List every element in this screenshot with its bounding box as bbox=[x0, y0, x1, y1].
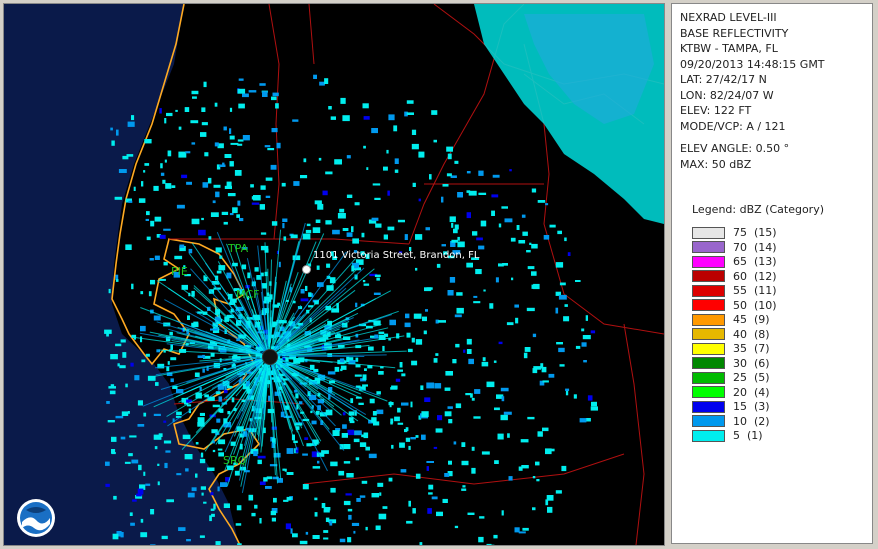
legend-swatch bbox=[692, 255, 725, 268]
legend-swatch bbox=[692, 386, 725, 399]
station-lat: LAT: 27/42/17 N bbox=[680, 73, 767, 86]
legend-swatch bbox=[692, 241, 725, 254]
radar-echoes bbox=[104, 74, 598, 545]
radar-site-marker bbox=[262, 349, 278, 365]
legend-label: 65 (13) bbox=[733, 255, 777, 269]
legend-label: 40 (8) bbox=[733, 327, 770, 341]
legend-label: 5 (1) bbox=[733, 429, 763, 443]
legend-swatch bbox=[692, 357, 725, 370]
legend-item: 10 (2) bbox=[692, 414, 864, 429]
station-lon: LON: 82/24/07 W bbox=[680, 88, 774, 102]
product-type: BASE REFLECTIVITY bbox=[680, 26, 789, 40]
legend-label: 30 (6) bbox=[733, 356, 770, 370]
legend-item: 40 (8) bbox=[692, 327, 864, 342]
legend-item: 65 (13) bbox=[692, 255, 864, 270]
legend-item: 25 (5) bbox=[692, 371, 864, 386]
station-name: KTBW - TAMPA, FL bbox=[680, 42, 778, 55]
legend-item: 70 (14) bbox=[692, 240, 864, 255]
legend-label: 60 (12) bbox=[733, 269, 777, 283]
scan-datetime: 09/20/2013 14:48:15 GMT bbox=[680, 57, 825, 71]
map-canvas bbox=[4, 4, 664, 545]
legend-item: 30 (6) bbox=[692, 356, 864, 371]
city-label-sro: SRQ bbox=[223, 454, 247, 467]
legend: 75 (15) 70 (14) 65 (13) 60 (12) 55 (11) 50 (1… bbox=[692, 226, 864, 444]
legend-item: 55 (11) bbox=[692, 284, 864, 299]
legend-swatch bbox=[692, 371, 725, 384]
legend-label: 10 (2) bbox=[733, 414, 770, 428]
legend-item: 5 (1) bbox=[692, 429, 864, 444]
legend-label: 25 (5) bbox=[733, 371, 770, 385]
legend-swatch bbox=[692, 328, 725, 341]
mode-vcp: MODE/VCP: A / 121 bbox=[680, 119, 786, 133]
legend-title: Legend: dBZ (Category) bbox=[692, 203, 824, 216]
legend-swatch bbox=[692, 415, 725, 428]
product-name: NEXRAD LEVEL-III bbox=[680, 11, 777, 24]
legend-item: 35 (7) bbox=[692, 342, 864, 357]
elevation-angle: ELEV ANGLE: 0.50 ° bbox=[680, 142, 790, 155]
legend-label: 15 (3) bbox=[733, 400, 770, 414]
city-label-tpa: TPA bbox=[228, 242, 249, 255]
legend-swatch bbox=[692, 342, 725, 355]
legend-swatch bbox=[692, 226, 725, 239]
legend-swatch bbox=[692, 313, 725, 326]
info-panel: NEXRAD LEVEL-III BASE REFLECTIVITY KTBW … bbox=[671, 3, 873, 544]
legend-item: 45 (9) bbox=[692, 313, 864, 328]
noaa-logo bbox=[17, 499, 55, 537]
legend-item: 75 (15) bbox=[692, 226, 864, 241]
legend-item: 60 (12) bbox=[692, 269, 864, 284]
address-label: 1101 Victoria Street, Brandon, FL bbox=[313, 250, 480, 261]
legend-swatch bbox=[692, 299, 725, 312]
legend-label: 45 (9) bbox=[733, 313, 770, 327]
max-dbz: MAX: 50 dBZ bbox=[680, 157, 752, 171]
legend-swatch bbox=[692, 429, 725, 442]
legend-label: 20 (4) bbox=[733, 385, 770, 399]
legend-swatch bbox=[692, 270, 725, 283]
city-label-pie: PIE bbox=[171, 265, 188, 278]
radar-map[interactable]: 1101 Victoria Street, Brandon, FL TPA PI… bbox=[3, 3, 665, 546]
legend-label: 55 (11) bbox=[733, 284, 777, 298]
legend-swatch bbox=[692, 284, 725, 297]
legend-item: 20 (4) bbox=[692, 385, 864, 400]
station-elev: ELEV: 122 FT bbox=[680, 104, 752, 117]
legend-label: 70 (14) bbox=[733, 240, 777, 254]
legend-label: 50 (10) bbox=[733, 298, 777, 312]
address-marker[interactable] bbox=[302, 265, 311, 274]
legend-item: 50 (10) bbox=[692, 298, 864, 313]
legend-item: 15 (3) bbox=[692, 400, 864, 415]
city-label-mcf: MCF bbox=[236, 288, 260, 301]
legend-label: 75 (15) bbox=[733, 226, 777, 240]
legend-label: 35 (7) bbox=[733, 342, 770, 356]
legend-swatch bbox=[692, 400, 725, 413]
